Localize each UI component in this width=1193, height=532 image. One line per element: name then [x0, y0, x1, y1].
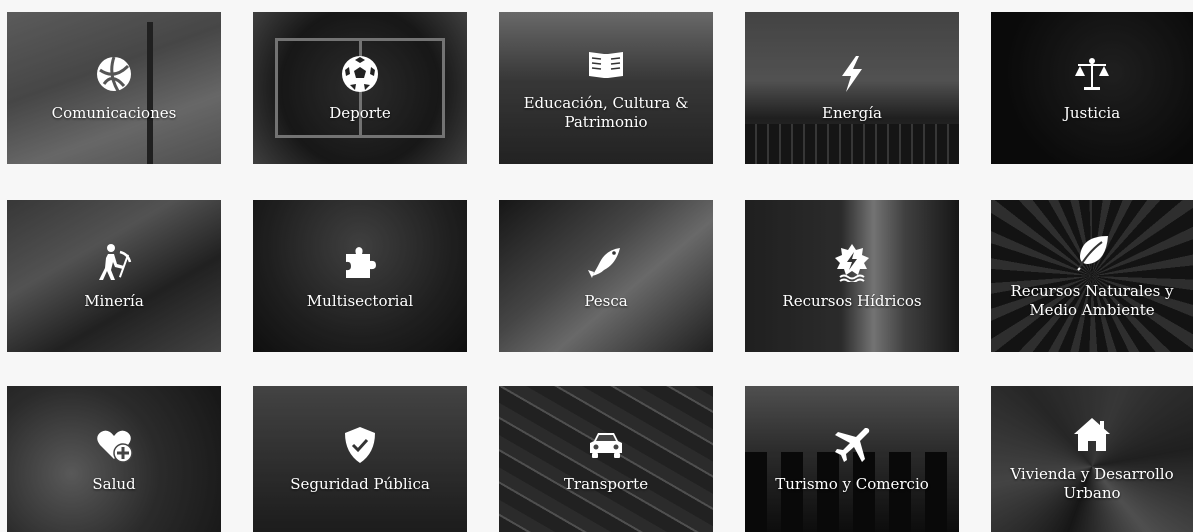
tile-seguridad-publica[interactable]: Seguridad Pública [253, 386, 467, 532]
tile-label: Educación, Cultura & Patrimonio [523, 94, 689, 131]
tile-mineria[interactable]: Minería [7, 200, 221, 352]
fish-icon [586, 242, 626, 282]
sector-grid: Comunicaciones Deporte Educación, Cultur… [0, 0, 1193, 532]
tile-label: Pesca [584, 291, 628, 310]
scales-icon [1072, 54, 1112, 94]
tile-label: Seguridad Pública [290, 474, 430, 493]
tile-label: Multisectorial [306, 291, 414, 310]
tile-label: Turismo y Comercio [775, 474, 929, 493]
airplane-icon [832, 425, 872, 465]
tile-recursos-hidricos[interactable]: Recursos Hídricos [745, 200, 959, 352]
tile-energia[interactable]: Energía [745, 12, 959, 164]
tile-label: Minería [84, 291, 144, 310]
heart-plus-icon [94, 425, 134, 465]
house-icon [1072, 415, 1112, 455]
tile-label: Vivienda y Desarrollo Urbano [1010, 465, 1174, 502]
shield-check-icon [340, 425, 380, 465]
tile-transporte[interactable]: Transporte [499, 386, 713, 532]
miner-icon [94, 242, 134, 282]
tile-label: Justicia [1063, 103, 1121, 122]
puzzle-icon [340, 242, 380, 282]
tile-label: Recursos Hídricos [782, 291, 922, 310]
tile-vivienda[interactable]: Vivienda y Desarrollo Urbano [991, 386, 1193, 532]
globe-icon [94, 54, 134, 94]
tile-deporte[interactable]: Deporte [253, 12, 467, 164]
tile-label: Comunicaciones [51, 103, 177, 122]
tile-justicia[interactable]: Justicia [991, 12, 1193, 164]
tile-turismo-comercio[interactable]: Turismo y Comercio [745, 386, 959, 532]
tile-label: Transporte [563, 474, 649, 493]
soccer-ball-icon [340, 54, 380, 94]
tile-label: Energía [822, 103, 882, 122]
open-book-icon [586, 44, 626, 84]
tile-label: Recursos Naturales y Medio Ambiente [1010, 282, 1174, 319]
lightning-bolt-icon [832, 54, 872, 94]
water-badge-icon [832, 242, 872, 282]
tile-pesca[interactable]: Pesca [499, 200, 713, 352]
tile-educacion[interactable]: Educación, Cultura & Patrimonio [499, 12, 713, 164]
tile-label: Salud [92, 474, 136, 493]
tile-comunicaciones[interactable]: Comunicaciones [7, 12, 221, 164]
car-icon [586, 425, 626, 465]
tile-salud[interactable]: Salud [7, 386, 221, 532]
tile-multisectorial[interactable]: Multisectorial [253, 200, 467, 352]
tile-recursos-naturales[interactable]: Recursos Naturales y Medio Ambiente [991, 200, 1193, 352]
tile-label: Deporte [329, 103, 391, 122]
leaf-icon [1072, 232, 1112, 272]
